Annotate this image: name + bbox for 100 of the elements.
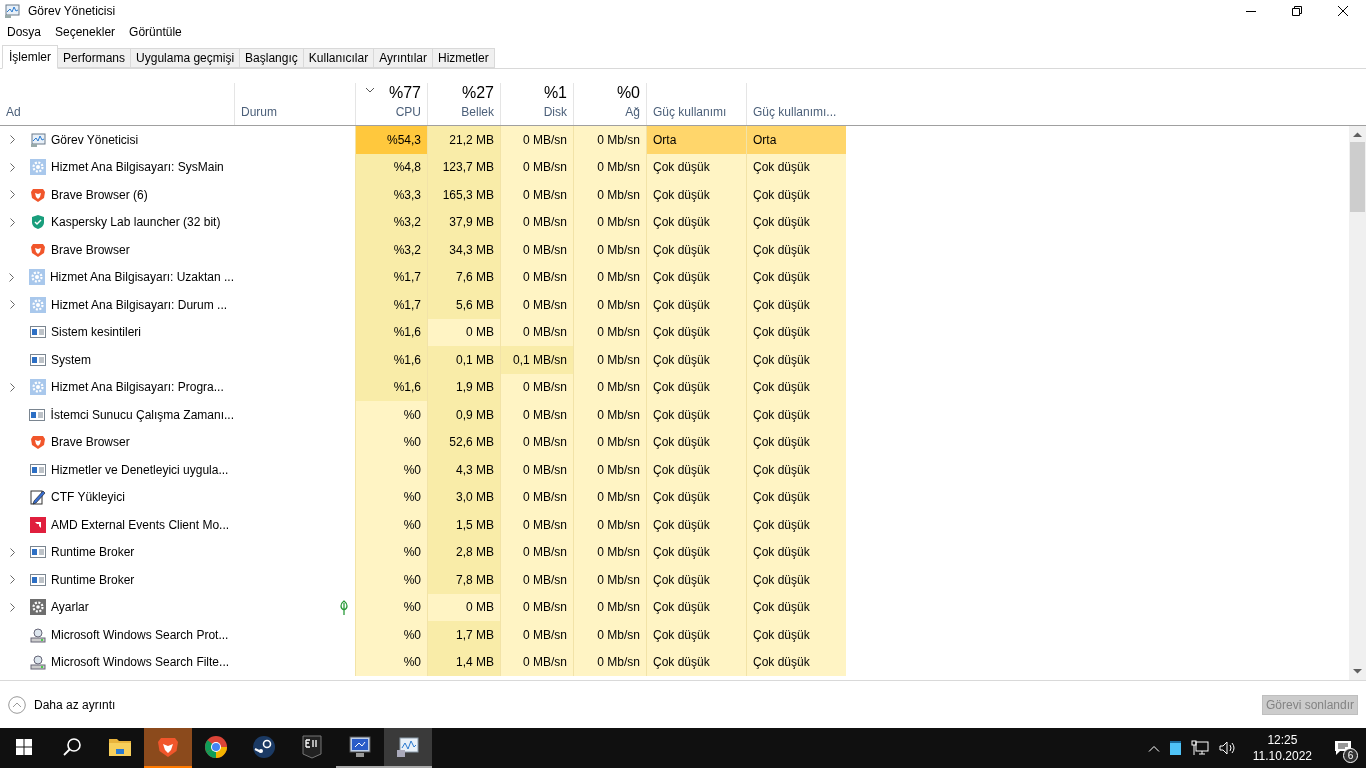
expand-chevron-icon[interactable] <box>9 217 15 227</box>
column-label: Durum <box>241 104 277 121</box>
menu-item[interactable]: Görüntüle <box>129 23 182 41</box>
table-cell: Çok düşük <box>746 401 846 429</box>
tab[interactable]: Performans <box>57 48 132 68</box>
table-cell: Çok düşük <box>646 373 746 401</box>
column-header[interactable]: Durum <box>234 83 355 125</box>
table-cell: %3,2 <box>355 208 427 236</box>
process-name: Ayarlar <box>51 599 89 617</box>
expand-chevron-icon[interactable] <box>9 575 15 585</box>
table-cell: 0 Mb/sn <box>573 153 646 181</box>
column-header[interactable]: %1 Disk <box>500 83 573 125</box>
table-cell: 7,6 MB <box>427 263 500 291</box>
table-cell: 0 Mb/sn <box>573 566 646 594</box>
expand-chevron-icon[interactable] <box>9 135 15 145</box>
table-cell: %0 <box>355 483 427 511</box>
table-cell: Çok düşük <box>746 208 846 236</box>
menu-item[interactable]: Dosya <box>7 23 41 41</box>
column-header[interactable]: Güç kullanımı <box>646 83 746 125</box>
column-header[interactable]: Ad <box>0 83 234 125</box>
expand-chevron-icon[interactable] <box>9 272 15 282</box>
process-name: Brave Browser (6) <box>51 186 148 204</box>
scroll-thumb[interactable] <box>1350 142 1365 212</box>
window-icon <box>29 461 46 478</box>
table-cell: Çok düşük <box>746 291 846 319</box>
expand-chevron-icon[interactable] <box>9 300 15 310</box>
table-cell: %0 <box>355 538 427 566</box>
table-cell: %0 <box>355 621 427 649</box>
table-cell: 0 Mb/sn <box>573 291 646 319</box>
process-name: Kaspersky Lab launcher (32 bit) <box>51 214 221 232</box>
tablet-icon[interactable] <box>1169 741 1181 755</box>
expand-chevron-icon[interactable] <box>9 382 15 392</box>
table-cell: Çok düşük <box>746 456 846 484</box>
table-cell: 0 MB/sn <box>500 153 573 181</box>
table-cell: %3,2 <box>355 236 427 264</box>
notification-count: 6 <box>1343 748 1358 763</box>
expand-chevron-icon[interactable] <box>9 602 15 612</box>
table-cell: Çok düşük <box>646 263 746 291</box>
network-icon[interactable] <box>1190 740 1209 756</box>
table-cell: 0 Mb/sn <box>573 373 646 401</box>
scrollbar[interactable] <box>1349 126 1366 680</box>
expand-chevron-icon[interactable] <box>9 547 15 557</box>
round-logo-icon <box>252 735 276 759</box>
shield-logo-icon <box>300 735 324 759</box>
table-cell: 0 MB <box>427 318 500 346</box>
table-cell: Çok düşük <box>746 263 846 291</box>
process-name: Brave Browser <box>51 434 130 452</box>
table-cell: Çok düşük <box>746 346 846 374</box>
table-cell: 0 Mb/sn <box>573 483 646 511</box>
table-cell: Orta <box>746 126 846 154</box>
chevron-up-icon[interactable] <box>1147 744 1160 752</box>
table-cell: %0 <box>355 593 427 621</box>
table-cell: 0 MB/sn <box>500 648 573 676</box>
table-cell: 1,4 MB <box>427 648 500 676</box>
table-cell: 0 Mb/sn <box>573 428 646 456</box>
menu-item[interactable]: Seçenekler <box>55 23 116 41</box>
column-total: %27 <box>461 83 494 103</box>
restore-icon <box>1292 6 1302 16</box>
gear-icon <box>29 296 46 313</box>
table-cell: 0 MB/sn <box>500 373 573 401</box>
tab[interactable]: Uygulama geçmişi <box>130 48 241 68</box>
tab[interactable]: Ayrıntılar <box>373 48 433 68</box>
table-cell: Çok düşük <box>746 566 846 594</box>
column-header[interactable]: %27 Bellek <box>427 83 500 125</box>
column-header[interactable]: %0 Ağ <box>573 83 646 125</box>
table-cell: 0 Mb/sn <box>573 456 646 484</box>
expand-chevron-icon[interactable] <box>9 162 15 172</box>
process-name: AMD External Events Client Mo... <box>51 516 230 534</box>
tab[interactable]: Kullanıcılar <box>302 48 375 68</box>
column-label: Güç kullanımı... <box>753 104 837 121</box>
shield-icon <box>29 214 46 231</box>
column-header[interactable]: %77 CPU <box>355 83 427 125</box>
tab[interactable]: Hizmetler <box>431 48 495 68</box>
table-cell: Çok düşük <box>646 291 746 319</box>
speaker-icon[interactable] <box>1218 741 1237 755</box>
table-cell: Çok düşük <box>646 236 746 264</box>
scroll-down-icon[interactable] <box>1353 669 1362 674</box>
table-cell: Çok düşük <box>646 621 746 649</box>
table-cell: 0,9 MB <box>427 401 500 429</box>
gear-icon <box>29 159 46 176</box>
column-header[interactable]: Güç kullanımı... <box>746 83 846 125</box>
gear-icon <box>28 269 45 286</box>
table-cell: Çok düşük <box>646 208 746 236</box>
chart-monitor-icon <box>396 735 420 759</box>
process-name: Microsoft Windows Search Filte... <box>51 654 230 672</box>
magnifier-computer-icon <box>29 626 46 643</box>
tab[interactable]: Başlangıç <box>239 48 304 68</box>
expand-chevron-icon[interactable] <box>9 190 15 200</box>
table-cell: 0 MB/sn <box>500 291 573 319</box>
table-cell: %0 <box>355 511 427 539</box>
tab[interactable]: İşlemler <box>2 45 58 69</box>
column-label: Bellek <box>461 104 494 121</box>
table-cell: %1,6 <box>355 318 427 346</box>
fewer-details-button[interactable]: Daha az ayrıntı <box>8 695 116 714</box>
scroll-up-icon[interactable] <box>1353 132 1362 137</box>
table-cell: Çok düşük <box>746 236 846 264</box>
clock[interactable]: 12:25 11.10.2022 <box>1246 732 1318 764</box>
magnifier-computer-icon <box>29 654 46 671</box>
taskbar-button[interactable] <box>384 728 432 768</box>
table-cell: Çok düşük <box>746 483 846 511</box>
